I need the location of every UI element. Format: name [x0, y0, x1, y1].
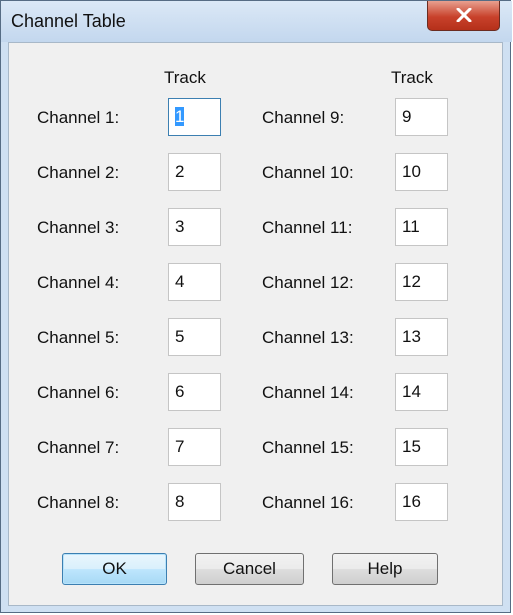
channel-9-track-input[interactable]: 9: [395, 98, 448, 136]
channel-12-label: Channel 12:: [262, 273, 354, 292]
close-button[interactable]: [427, 1, 500, 31]
channel-15-track-input[interactable]: 15: [395, 428, 448, 466]
cancel-button[interactable]: Cancel: [195, 553, 304, 585]
channel-8-label: Channel 8:: [37, 493, 120, 512]
channel-7-label: Channel 7:: [37, 438, 120, 457]
channel-10-label: Channel 10:: [262, 163, 354, 182]
channel-15-label: Channel 15:: [262, 438, 354, 457]
channel-3-track-input[interactable]: 3: [168, 208, 221, 246]
channel-2-track-input[interactable]: 2: [168, 153, 221, 191]
channel-1-label: Channel 1:: [37, 108, 120, 127]
close-icon: [456, 8, 472, 22]
channel-14-label: Channel 14:: [262, 383, 354, 402]
help-button[interactable]: Help: [332, 553, 438, 585]
channel-table-dialog: Channel Table Track Track Channel 1: 1 C…: [0, 0, 512, 613]
track-header-right: Track: [391, 68, 433, 87]
channel-11-label: Channel 11:: [262, 218, 353, 237]
channel-13-label: Channel 13:: [262, 328, 354, 347]
window-title: Channel Table: [11, 11, 126, 31]
channel-1-track-value: 1: [175, 107, 185, 126]
channel-13-track-input[interactable]: 13: [395, 318, 448, 356]
channel-5-label: Channel 5:: [37, 328, 120, 347]
channel-5-track-input[interactable]: 5: [168, 318, 221, 356]
channel-4-track-input[interactable]: 4: [168, 263, 221, 301]
channel-1-track-input[interactable]: 1: [168, 98, 221, 136]
channel-14-track-input[interactable]: 14: [395, 373, 448, 411]
channel-11-track-input[interactable]: 11: [395, 208, 448, 246]
channel-10-track-input[interactable]: 10: [395, 153, 448, 191]
channel-12-track-input[interactable]: 12: [395, 263, 448, 301]
channel-9-label: Channel 9:: [262, 108, 345, 127]
channel-6-label: Channel 6:: [37, 383, 120, 402]
channel-3-label: Channel 3:: [37, 218, 120, 237]
ok-button[interactable]: OK: [62, 553, 167, 585]
channel-4-label: Channel 4:: [37, 273, 120, 292]
channel-8-track-input[interactable]: 8: [168, 483, 221, 521]
track-header-left: Track: [164, 68, 206, 87]
channel-16-track-input[interactable]: 16: [395, 483, 448, 521]
title-bar: Channel Table: [1, 1, 512, 42]
channel-2-label: Channel 2:: [37, 163, 120, 182]
dialog-client: Track Track Channel 1: 1 Channel 2: 2 Ch…: [8, 42, 503, 606]
channel-6-track-input[interactable]: 6: [168, 373, 221, 411]
channel-16-label: Channel 16:: [262, 493, 354, 512]
channel-7-track-input[interactable]: 7: [168, 428, 221, 466]
